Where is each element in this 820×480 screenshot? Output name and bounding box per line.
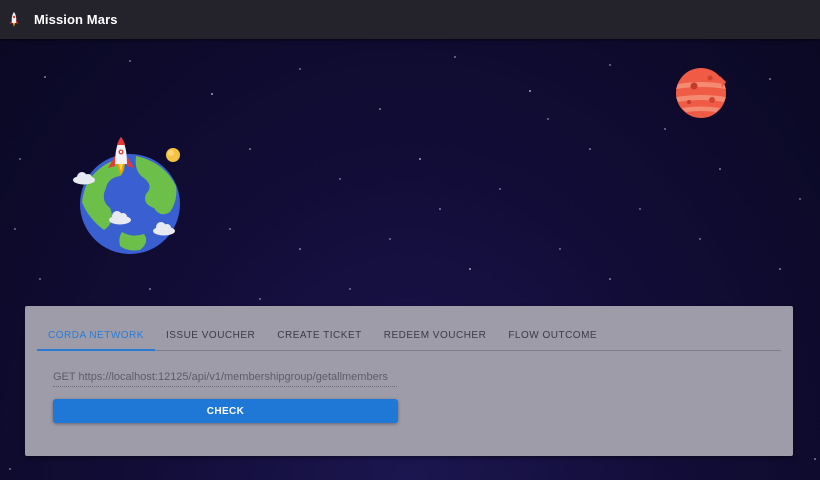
- rocket-icon: [7, 11, 21, 29]
- check-button[interactable]: CHECK: [53, 399, 398, 423]
- app-title: Mission Mars: [34, 12, 118, 27]
- tab-redeem-voucher[interactable]: REDEEM VOUCHER: [373, 320, 498, 350]
- tab-bar: CORDA NETWORK ISSUE VOUCHER CREATE TICKE…: [37, 320, 781, 351]
- earth-icon: [73, 137, 180, 254]
- tab-issue-voucher[interactable]: ISSUE VOUCHER: [155, 320, 266, 350]
- endpoint-field[interactable]: GET https://localhost:12125/api/v1/membe…: [53, 368, 397, 387]
- network-panel: CORDA NETWORK ISSUE VOUCHER CREATE TICKE…: [25, 306, 793, 456]
- tab-flow-outcome[interactable]: FLOW OUTCOME: [497, 320, 608, 350]
- app-bar: Mission Mars: [0, 0, 820, 39]
- tab-corda-network[interactable]: CORDA NETWORK: [37, 320, 155, 351]
- mars-icon: [676, 68, 726, 118]
- tab-create-ticket[interactable]: CREATE TICKET: [266, 320, 372, 350]
